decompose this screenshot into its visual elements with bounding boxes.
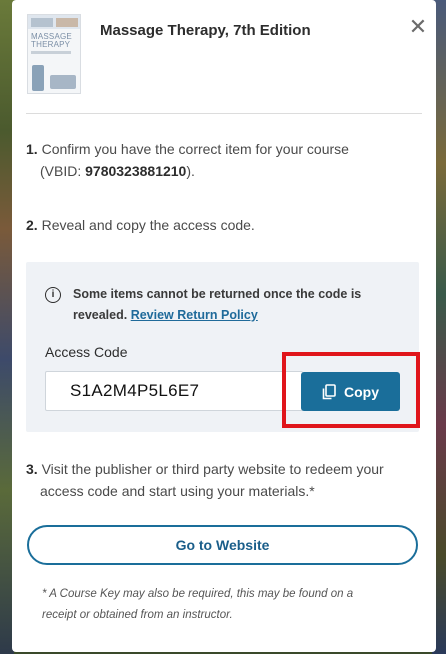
- copy-button[interactable]: Copy: [301, 372, 400, 411]
- review-return-policy-link[interactable]: Review Return Policy: [131, 308, 258, 322]
- course-key-footnote: * A Course Key may also be required, thi…: [42, 588, 354, 621]
- book-title: Massage Therapy, 7th Edition: [100, 22, 311, 39]
- book-cover-image: MASSAGE THERAPY: [27, 14, 81, 94]
- step-2: 2. Reveal and copy the access code.: [26, 217, 255, 233]
- vbid-value: 9780323881210: [85, 163, 187, 179]
- access-code-label: Access Code: [45, 344, 128, 360]
- copy-label: Copy: [344, 383, 379, 400]
- return-warning: Some items cannot be returned once the c…: [73, 287, 362, 322]
- info-icon: i: [45, 287, 61, 303]
- header-divider: [26, 113, 422, 114]
- step-1: 1. Confirm you have the correct item for…: [26, 141, 349, 179]
- copy-icon: [322, 383, 336, 399]
- access-code-modal: MASSAGE THERAPY Massage Therapy, 7th Edi…: [12, 0, 436, 652]
- go-to-website-button[interactable]: Go to Website: [27, 525, 418, 565]
- access-code-field[interactable]: S1A2M4P5L6E7: [45, 371, 303, 411]
- book-cover-title: MASSAGE THERAPY: [31, 32, 72, 49]
- step-3: 3. Visit the publisher or third party we…: [26, 461, 384, 499]
- close-icon[interactable]: ✕: [408, 16, 428, 38]
